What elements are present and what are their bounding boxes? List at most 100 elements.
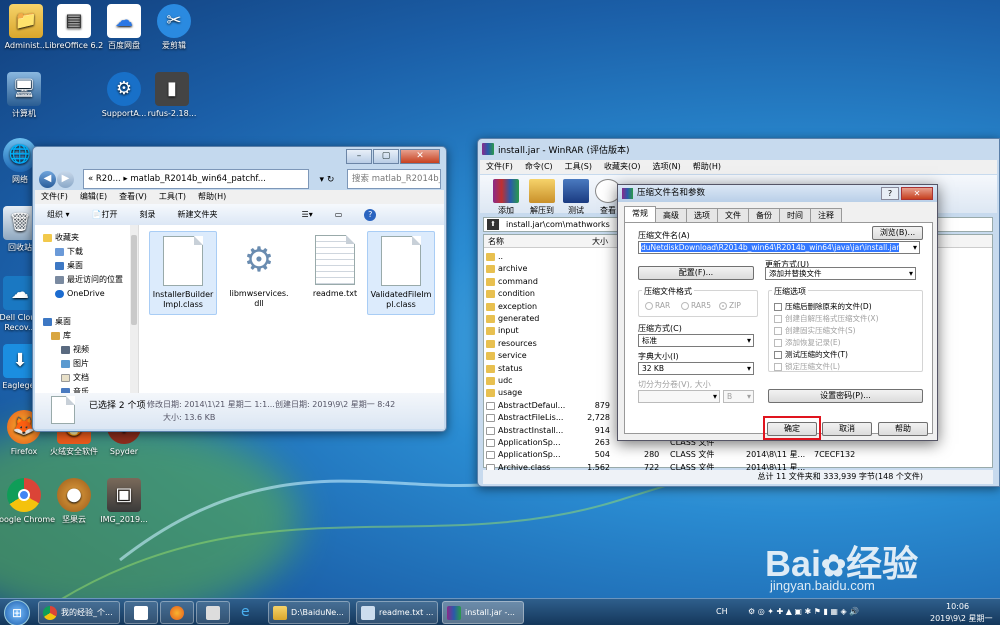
preview-pane-icon[interactable]: ▭ — [335, 210, 343, 219]
back-button[interactable]: ◀ — [39, 171, 56, 188]
nav-desktop[interactable]: 桌面 — [43, 259, 138, 273]
format-rar-radio[interactable]: RAR — [645, 301, 670, 310]
nav-onedrive[interactable]: OneDrive — [43, 287, 138, 301]
update-mode-select[interactable]: 添加并替换文件 — [765, 267, 916, 280]
task-explorer[interactable]: D:\BaiduNe... — [268, 601, 350, 624]
task-winrar[interactable]: install.jar -... — [442, 601, 524, 624]
address-bar[interactable]: « R20... ▸ matlab_R2014b_win64_patchf... — [83, 169, 309, 189]
menu-help[interactable]: 帮助(H) — [198, 190, 226, 204]
menu-tools[interactable]: 工具(S) — [565, 160, 592, 174]
search-box[interactable]: 搜索 matlab_R2014b_win6... — [347, 169, 441, 189]
add-button[interactable]: 添加 — [488, 179, 524, 216]
desktop-icon-video-editor[interactable]: ✂ 爱剪辑 — [142, 4, 206, 51]
menu-help[interactable]: 帮助(H) — [693, 160, 721, 174]
profiles-button[interactable]: 配置(F)... — [638, 266, 754, 280]
nav-favorites[interactable]: 收藏夹 — [43, 231, 138, 245]
column-name[interactable]: 名称 — [488, 235, 504, 248]
menu-view[interactable]: 查看(V) — [119, 190, 147, 204]
nav-recent[interactable]: 最近访问的位置 — [43, 273, 138, 287]
help-title-button[interactable]: ? — [881, 187, 899, 200]
clock-date[interactable]: 2019\9\2 星期一 — [930, 613, 992, 624]
clock-time[interactable]: 10:06 — [946, 602, 969, 611]
sfx-checkbox[interactable]: 创建自解压格式压缩文件(X) — [774, 313, 879, 324]
desktop-icon-rufus[interactable]: ▮ rufus-2.18... — [140, 72, 204, 119]
organize-button[interactable]: 组织 ▾ — [47, 209, 70, 220]
help-button[interactable]: 帮助 — [878, 422, 928, 436]
solid-checkbox[interactable]: 创建固实压缩文件(S) — [774, 325, 856, 336]
menu-file[interactable]: 文件(F) — [486, 160, 513, 174]
tab-comment[interactable]: 注释 — [810, 208, 842, 222]
nav-scrollbar-thumb[interactable] — [131, 235, 137, 325]
extract-button[interactable]: 解压到 — [524, 179, 560, 216]
explorer-window[interactable]: – ▢ ✕ ◀ ▶ « R20... ▸ matlab_R2014b_win64… — [32, 146, 447, 432]
set-password-button[interactable]: 设置密码(P)... — [768, 389, 923, 403]
close-button[interactable]: ✕ — [400, 149, 440, 164]
archive-row[interactable]: ApplicationSp... 504 280 CLASS 文件 2014\8\11 … — [484, 449, 992, 462]
delete-after-checkbox[interactable]: 压缩后删除原来的文件(D) — [774, 301, 872, 312]
view-options-icon[interactable]: ☰▾ — [302, 210, 313, 219]
task-notepad[interactable]: readme.txt ... — [356, 601, 438, 624]
nav-pictures[interactable]: 图片 — [43, 357, 138, 371]
tray-icons[interactable]: ⚙ ◎ ✦ ✚ ▲ ▣ ✱ ⚑ ▮ ▦ ◈ 🔊 — [748, 607, 859, 616]
test-files-checkbox[interactable]: 测试压缩的文件(T) — [774, 349, 848, 360]
minimize-button[interactable]: – — [346, 149, 372, 164]
method-select[interactable]: 标准 — [638, 334, 754, 347]
menu-favorites[interactable]: 收藏夹(O) — [604, 160, 641, 174]
breadcrumb-current[interactable]: matlab_R2014b_win64_patchf... — [130, 174, 265, 184]
split-unit-select[interactable]: B — [723, 390, 754, 403]
recovery-record-checkbox[interactable]: 添加恢复记录(E) — [774, 337, 841, 348]
archive-name-combo[interactable]: duNetdiskDownload\R2014b_win64\R2014b_wi… — [638, 241, 920, 254]
menu-file[interactable]: 文件(F) — [41, 190, 68, 204]
nav-libraries[interactable]: 库 — [43, 329, 138, 343]
test-button[interactable]: 测试 — [558, 179, 594, 216]
task-chrome[interactable]: 我的经验_个... — [38, 601, 120, 624]
breadcrumb-parent[interactable]: « R20... — [88, 174, 121, 184]
tab-backup[interactable]: 备份 — [748, 208, 780, 222]
format-rar5-radio[interactable]: RAR5 — [681, 301, 711, 310]
input-language[interactable]: CH — [716, 607, 728, 616]
menu-tools[interactable]: 工具(T) — [159, 190, 186, 204]
nav-scrollbar[interactable] — [130, 225, 138, 393]
column-size[interactable]: 大小 — [592, 235, 608, 248]
nav-documents[interactable]: 文档 — [43, 371, 138, 385]
tab-general[interactable]: 常规 — [624, 206, 656, 222]
forward-button[interactable]: ▶ — [57, 171, 74, 188]
archive-name-input[interactable]: duNetdiskDownload\R2014b_win64\R2014b_wi… — [641, 243, 900, 252]
maximize-button[interactable]: ▢ — [373, 149, 399, 164]
file-item[interactable]: readme.txt — [301, 231, 369, 315]
start-button[interactable]: ⊞ — [4, 600, 30, 625]
desktop-icon-computer[interactable]: 🖥 计算机 — [0, 72, 56, 119]
tab-options[interactable]: 选项 — [686, 208, 718, 222]
burn-button[interactable]: 刻录 — [140, 209, 156, 220]
tab-advanced[interactable]: 高级 — [655, 208, 687, 222]
help-icon[interactable]: ? — [364, 208, 377, 221]
lock-archive-checkbox[interactable]: 锁定压缩文件(L) — [774, 361, 840, 372]
tab-time[interactable]: 时间 — [779, 208, 811, 222]
nav-downloads[interactable]: 下载 — [43, 245, 138, 259]
dict-size-select[interactable]: 32 KB — [638, 362, 754, 375]
nav-videos[interactable]: 视频 — [43, 343, 138, 357]
task-calculator[interactable] — [196, 601, 230, 624]
menu-edit[interactable]: 编辑(E) — [80, 190, 107, 204]
tab-files[interactable]: 文件 — [717, 208, 749, 222]
file-item[interactable]: InstallerBuilderImpl.class — [149, 231, 217, 315]
menu-options[interactable]: 选项(N) — [653, 160, 681, 174]
browse-button[interactable]: 浏览(B)... — [872, 226, 923, 240]
desktop-icon-image[interactable]: ▣ IMG_2019... — [92, 478, 156, 525]
format-zip-radio[interactable]: ZIP — [719, 301, 741, 310]
menu-commands[interactable]: 命令(C) — [525, 160, 553, 174]
archive-name-dialog[interactable]: 压缩文件名和参数 ? ✕ 常规 高级 选项 文件 备份 时间 注释 压缩文件名(… — [617, 184, 938, 441]
open-button[interactable]: 📄打开 — [92, 209, 118, 220]
file-item[interactable]: ⚙ libmwservices.dll — [225, 231, 293, 315]
file-item[interactable]: ValidatedFileImpl.class — [367, 231, 435, 315]
split-size-select[interactable] — [638, 390, 720, 403]
nav-desktop-root[interactable]: 桌面 — [43, 315, 138, 329]
new-folder-button[interactable]: 新建文件夹 — [178, 209, 218, 220]
task-ie[interactable]: e — [232, 601, 266, 624]
up-folder-icon[interactable]: ⬆ — [487, 219, 499, 230]
task-baidu-netdisk[interactable] — [124, 601, 158, 624]
refresh-button[interactable]: ▾ ↻ — [311, 171, 343, 189]
cancel-button[interactable]: 取消 — [822, 422, 872, 436]
dialog-close-button[interactable]: ✕ — [901, 187, 933, 200]
task-firefox[interactable] — [160, 601, 194, 624]
